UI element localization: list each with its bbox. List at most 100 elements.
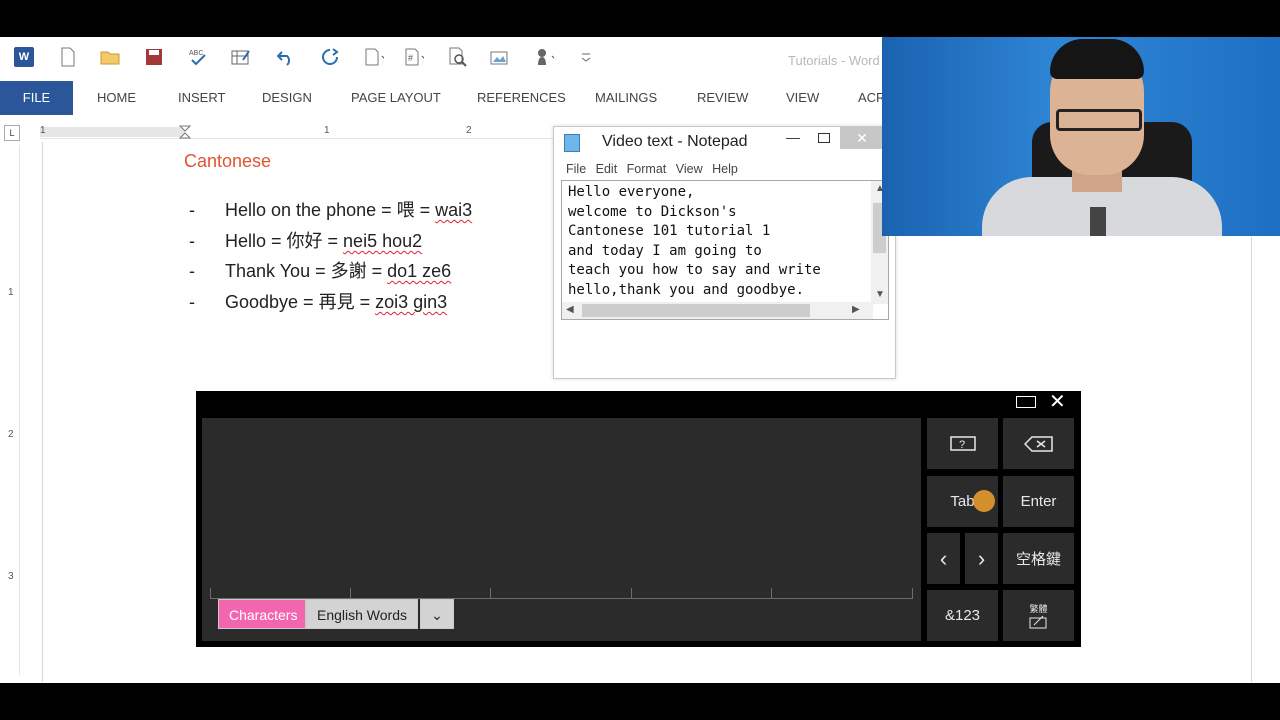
- presenter-glasses: [1056, 109, 1142, 131]
- touch-cursor-icon: [973, 490, 995, 512]
- horizontal-scrollbar[interactable]: ◀ ▶: [562, 302, 873, 319]
- dock-icon[interactable]: [1016, 396, 1036, 408]
- tab-file[interactable]: FILE: [0, 81, 73, 115]
- handwriting-canvas[interactable]: Characters English Words ⌄: [202, 418, 921, 641]
- picture-icon[interactable]: [490, 47, 510, 67]
- help-icon: ?: [949, 435, 976, 451]
- touch-mode-icon[interactable]: [534, 47, 554, 67]
- characters-mode-button[interactable]: Characters: [218, 599, 306, 629]
- ime-label: 繁體: [1029, 604, 1048, 614]
- menu-help[interactable]: Help: [712, 162, 738, 176]
- new-document-icon[interactable]: [58, 47, 78, 67]
- ruler-margin-shade: [40, 127, 185, 137]
- presenter-tie: [1090, 207, 1106, 236]
- symbols-key[interactable]: &123: [927, 590, 998, 641]
- page-number-icon[interactable]: #: [404, 47, 424, 67]
- tab-insert[interactable]: INSERT: [178, 81, 225, 115]
- backspace-key[interactable]: [1003, 418, 1074, 469]
- ruler-number: 2: [8, 429, 14, 440]
- list-item: - Hello on the phone = 喂 = wai3: [189, 196, 472, 222]
- minimize-button[interactable]: —: [786, 129, 800, 145]
- svg-text:?: ?: [959, 439, 965, 451]
- romanization: nei5 hou2: [343, 231, 423, 251]
- right-arrow-key[interactable]: ›: [965, 533, 998, 584]
- page-layout-icon[interactable]: [364, 47, 384, 67]
- scroll-left-icon[interactable]: ◀: [566, 304, 574, 315]
- tab-page-layout[interactable]: PAGE LAYOUT: [351, 81, 441, 115]
- tab-mailings[interactable]: MAILINGS: [595, 81, 657, 115]
- baseline-tick: [210, 588, 211, 599]
- bullet: -: [189, 231, 195, 251]
- ime-toggle-key[interactable]: 繁體: [1003, 590, 1074, 641]
- ime-toggle-icon: [1029, 615, 1046, 629]
- ruler-number: 2: [466, 125, 472, 136]
- menu-file[interactable]: File: [566, 162, 586, 176]
- tab-view[interactable]: VIEW: [786, 81, 819, 115]
- romanization: do1 ze6: [387, 261, 452, 281]
- enter-key[interactable]: Enter: [1003, 476, 1074, 527]
- notepad-text: Hello everyone, welcome to Dickson's Can…: [568, 184, 821, 298]
- notepad-icon: [564, 134, 580, 152]
- print-preview-icon[interactable]: [448, 47, 468, 67]
- svg-text:#: #: [408, 53, 413, 63]
- notepad-window[interactable]: Video text - Notepad — ✕ File Edit Forma…: [553, 126, 896, 379]
- bullet: -: [189, 261, 195, 281]
- ruler-tab-selector[interactable]: L: [4, 125, 20, 141]
- table-edit-icon[interactable]: [231, 47, 251, 67]
- svg-text:ABC: ABC: [189, 50, 203, 57]
- list-item-text: Hello on the phone = 喂 =: [225, 200, 436, 220]
- ruler-number: 1: [40, 125, 46, 136]
- list-item: - Goodbye = 再見 = zoi3 gin3: [189, 288, 447, 314]
- redo-icon[interactable]: [320, 47, 340, 67]
- word-logo-icon: W: [14, 47, 34, 67]
- menu-edit[interactable]: Edit: [596, 162, 618, 176]
- baseline-tick: [771, 588, 772, 599]
- list-item-text: Thank You = 多謝 =: [225, 261, 388, 281]
- baseline-tick: [350, 588, 351, 599]
- tab-home[interactable]: HOME: [97, 81, 136, 115]
- english-words-mode-button[interactable]: English Words: [306, 599, 418, 629]
- handwriting-panel[interactable]: ✕ Characters English Words ⌄ ? Tab Enter…: [196, 391, 1081, 647]
- romanization: wai3: [435, 200, 473, 220]
- scroll-right-icon[interactable]: ▶: [852, 304, 860, 315]
- list-item: - Hello = 你好 = nei5 hou2: [189, 227, 422, 253]
- open-folder-icon[interactable]: [100, 47, 120, 67]
- list-item-text: Hello = 你好 =: [225, 231, 344, 251]
- menu-format[interactable]: Format: [627, 162, 667, 176]
- save-icon[interactable]: [144, 47, 164, 67]
- backspace-icon: [1023, 435, 1053, 452]
- tab-design[interactable]: DESIGN: [262, 81, 312, 115]
- page-edge: [42, 142, 43, 682]
- help-key[interactable]: ?: [927, 418, 998, 469]
- tab-references[interactable]: REFERENCES: [477, 81, 566, 115]
- horizontal-ruler[interactable]: 1 1 2: [40, 125, 560, 139]
- close-button[interactable]: ✕: [840, 127, 884, 149]
- screen: W ABC # Tutorials - Word FILE HOME INSER…: [0, 0, 1280, 720]
- menu-view[interactable]: View: [676, 162, 703, 176]
- scroll-down-icon[interactable]: ▼: [875, 289, 885, 300]
- baseline-tick: [912, 588, 913, 599]
- bullet: -: [189, 292, 195, 312]
- scroll-thumb[interactable]: [582, 304, 810, 317]
- close-icon[interactable]: ✕: [1049, 389, 1066, 414]
- webcam-overlay: [882, 37, 1280, 236]
- indent-marker-icon[interactable]: [178, 125, 192, 139]
- window-title: Tutorials - Word: [788, 53, 880, 68]
- presenter-hair: [1050, 39, 1144, 79]
- page-edge: [1251, 237, 1252, 682]
- left-arrow-key[interactable]: ‹: [927, 533, 960, 584]
- baseline-tick: [631, 588, 632, 599]
- vertical-ruler: 1 2 3: [4, 145, 20, 675]
- notepad-menu-bar: File Edit Format View Help: [566, 162, 744, 176]
- chevron-down-icon[interactable]: ⌄: [420, 599, 454, 629]
- space-key[interactable]: 空格鍵: [1003, 533, 1074, 584]
- maximize-button[interactable]: [818, 133, 830, 143]
- list-item-text: Goodbye = 再見 =: [225, 292, 376, 312]
- undo-icon[interactable]: [276, 47, 296, 67]
- notepad-text-area[interactable]: Hello everyone, welcome to Dickson's Can…: [561, 180, 889, 320]
- bullet: -: [189, 200, 195, 220]
- spelling-check-icon[interactable]: ABC: [188, 47, 208, 67]
- tab-review[interactable]: REVIEW: [697, 81, 748, 115]
- document-heading: Cantonese: [184, 151, 272, 171]
- customize-toolbar-icon[interactable]: [576, 47, 596, 67]
